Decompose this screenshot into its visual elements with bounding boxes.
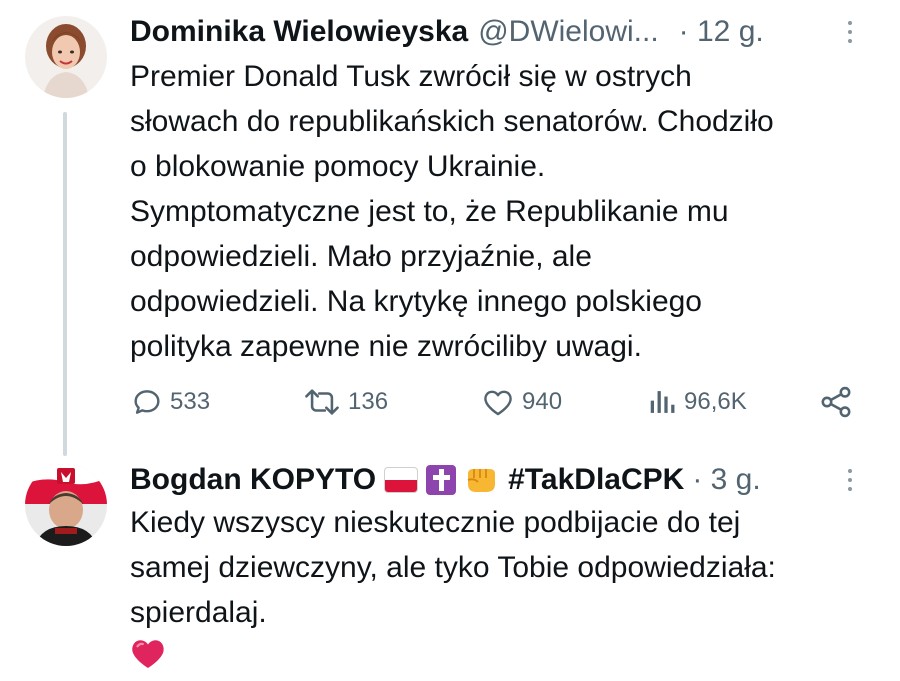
- avatar-image: [25, 464, 107, 546]
- avatar-dominika[interactable]: [25, 16, 107, 98]
- avatar-bogdan[interactable]: [25, 464, 107, 546]
- tweet-header: Bogdan KOPYTO #TakDlaCPK · 3 g.: [130, 460, 860, 500]
- fist-icon: [464, 464, 498, 496]
- tweet-timestamp[interactable]: · 12 g.: [679, 15, 764, 49]
- name-hashtag[interactable]: #TakDlaCPK: [508, 463, 684, 497]
- views-icon: [650, 391, 675, 413]
- share-button[interactable]: [818, 380, 854, 424]
- reply-count: 533: [170, 388, 211, 415]
- more-options-icon[interactable]: [840, 460, 860, 500]
- tweet-actions: 533 136 940 96,6K: [130, 380, 870, 424]
- author-name[interactable]: Dominika Wielowieyska: [130, 15, 468, 49]
- views-button[interactable]: 96,6K: [648, 380, 747, 424]
- like-count: 940: [522, 388, 563, 415]
- reply-button[interactable]: 533: [130, 380, 210, 424]
- retweet-count: 136: [348, 388, 389, 415]
- heart-icon: [484, 390, 512, 416]
- views-count: 96,6K: [684, 388, 747, 415]
- tweet-text: Kiedy wszyscy nieskutecznie podbijacie d…: [130, 506, 776, 629]
- author-name[interactable]: Bogdan KOPYTO: [130, 463, 376, 497]
- retweet-button[interactable]: 136: [302, 380, 388, 424]
- latin-cross-icon: [426, 465, 457, 495]
- reply-icon: [134, 390, 160, 414]
- tweet-timestamp[interactable]: · 3 g.: [692, 463, 760, 497]
- author-handle[interactable]: @DWielowi...: [478, 15, 658, 49]
- like-button[interactable]: 940: [480, 380, 562, 424]
- flag-poland-icon: [384, 467, 419, 493]
- tweet-text: Premier Donald Tusk zwrócił się w ostryc…: [130, 60, 774, 363]
- avatar-image: [25, 16, 107, 98]
- retweet-icon: [305, 389, 339, 415]
- thread-connector-line: [63, 112, 67, 456]
- tweet-header: Dominika Wielowieyska @DWielowi... · 12 …: [130, 12, 860, 52]
- tweet-1[interactable]: Dominika Wielowieyska @DWielowi... · 12 …: [0, 0, 900, 456]
- red-heart-icon: [130, 636, 166, 670]
- share-icon: [821, 386, 851, 418]
- more-options-icon[interactable]: [840, 12, 860, 52]
